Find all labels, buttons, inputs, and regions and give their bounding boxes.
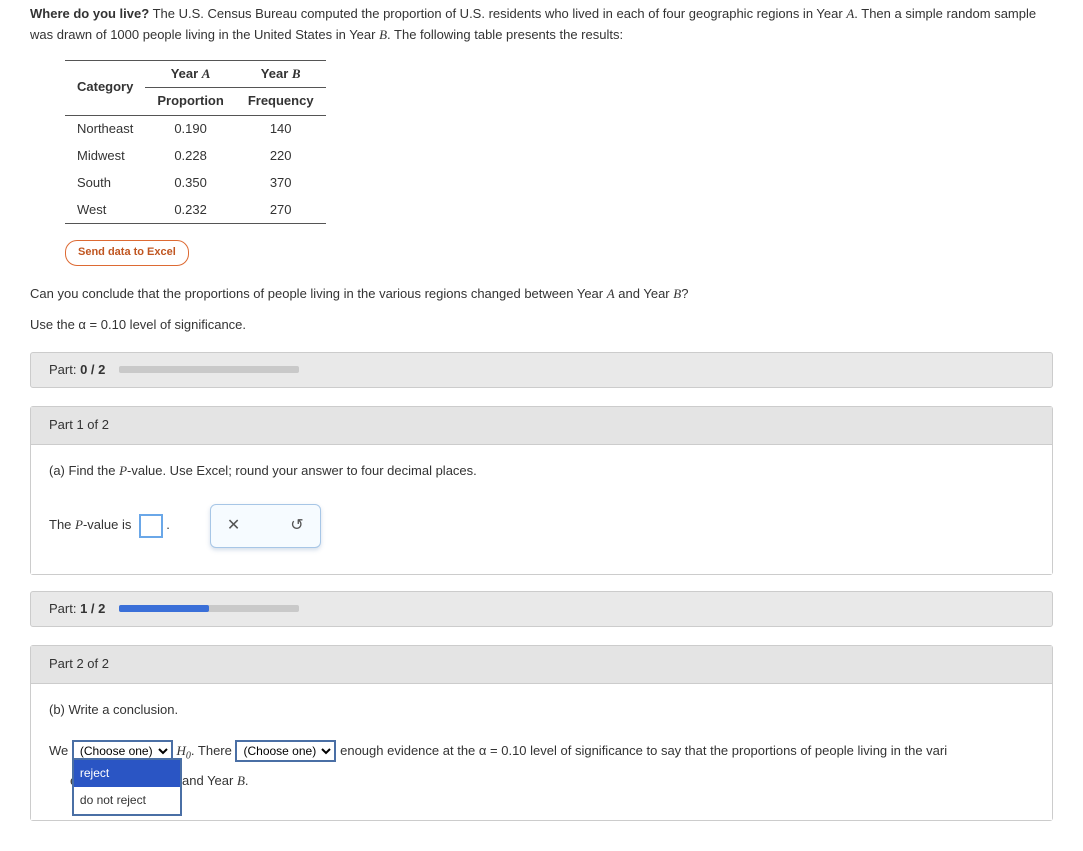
option-do-not-reject[interactable]: do not reject	[74, 787, 180, 814]
choice1-options: reject do not reject	[72, 758, 182, 816]
pvalue-label: The P-value is	[49, 515, 131, 536]
question-intro: Where do you live? The U.S. Census Burea…	[30, 4, 1053, 46]
part2-prompt: (b) Write a conclusion.	[49, 700, 1034, 721]
table-row: Northeast0.190140	[65, 116, 326, 143]
table-row: West0.232270	[65, 197, 326, 224]
data-table: Category Year A Year B Proportion Freque…	[65, 60, 326, 225]
col-yearB-top: Year B	[236, 60, 326, 88]
h0-symbol: H0	[177, 743, 191, 758]
col-proportion: Proportion	[145, 88, 235, 116]
choice1-dropdown[interactable]: (Choose one) reject do not reject	[72, 737, 173, 764]
progress-row-0: Part: 0 / 2	[30, 352, 1053, 389]
send-to-excel-button[interactable]: Send data to Excel	[65, 240, 189, 266]
part1-panel: Part 1 of 2 (a) Find the P-value. Use Ex…	[30, 406, 1053, 574]
col-yearA-top: Year A	[145, 60, 235, 88]
choice2-select[interactable]: (Choose one)	[235, 740, 336, 762]
progress-bar	[119, 366, 299, 373]
clear-icon[interactable]: ✕	[227, 513, 240, 539]
part2-header: Part 2 of 2	[31, 646, 1052, 684]
option-reject[interactable]: reject	[74, 760, 180, 787]
part1-prompt: (a) Find the P-value. Use Excel; round y…	[49, 461, 1034, 482]
significance-line: Use the α = 0.10 level of significance.	[30, 315, 1053, 336]
table-row: South0.350370	[65, 170, 326, 197]
col-frequency: Frequency	[236, 88, 326, 116]
intro-title: Where do you live?	[30, 6, 149, 21]
action-pill: ✕ ↺	[210, 504, 321, 548]
pvalue-input[interactable]	[139, 514, 163, 538]
progress-bar	[119, 605, 299, 612]
reset-icon[interactable]: ↺	[290, 513, 303, 539]
progress-row-1: Part: 1 / 2	[30, 591, 1053, 628]
part2-panel: Part 2 of 2 (b) Write a conclusion. We (…	[30, 645, 1053, 820]
part1-header: Part 1 of 2	[31, 407, 1052, 445]
table-row: Midwest0.228220	[65, 143, 326, 170]
col-category: Category	[65, 60, 145, 116]
conclusion-question: Can you conclude that the proportions of…	[30, 284, 1053, 305]
